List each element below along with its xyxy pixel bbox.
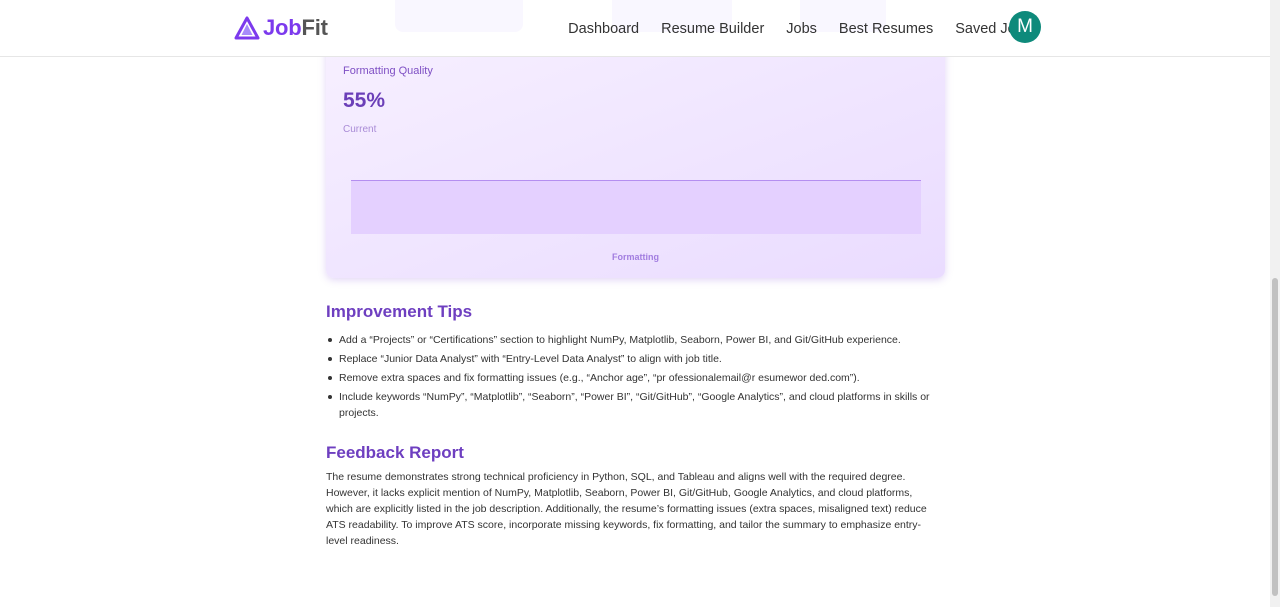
user-avatar[interactable]: M [1009, 11, 1041, 43]
brand-name: JobFit [263, 15, 328, 41]
nav-jobs[interactable]: Jobs [786, 20, 817, 38]
metric-value: 55% [343, 89, 386, 112]
improvement-tips-list: Add a “Projects” or “Certifications” sec… [326, 332, 948, 424]
area-fill [351, 180, 921, 234]
chart-x-label: Formatting [612, 252, 659, 262]
top-navbar: JobFit Dashboard Resume Builder Jobs Bes… [0, 0, 1270, 57]
brand-name-part2: Fit [301, 15, 328, 40]
brand-name-part1: Job [263, 15, 302, 40]
nav-resume-builder[interactable]: Resume Builder [661, 20, 764, 38]
metric-sub-label: Current [343, 124, 377, 135]
page-scrollbar[interactable] [1270, 0, 1280, 607]
nav-links: Dashboard Resume Builder Jobs Best Resum… [546, 20, 1031, 38]
feedback-report-title: Feedback Report [326, 443, 464, 462]
formatting-area-chart [351, 180, 921, 234]
brand-logo[interactable]: JobFit [234, 15, 328, 41]
feedback-report-text: The resume demonstrates strong technical… [326, 471, 927, 547]
tip-item: Replace “Junior Data Analyst” with “Entr… [326, 351, 948, 367]
tip-item: Remove extra spaces and fix formatting i… [326, 370, 948, 386]
tip-item: Include keywords “NumPy”, “Matplotlib”, … [326, 389, 948, 421]
triangle-logo-icon [234, 16, 260, 40]
metric-label: Formatting Quality [343, 65, 433, 77]
nav-dashboard[interactable]: Dashboard [568, 20, 639, 38]
improvement-tips-title: Improvement Tips [326, 302, 473, 321]
tip-item: Add a “Projects” or “Certifications” sec… [326, 332, 948, 348]
scrollbar-thumb[interactable] [1272, 278, 1278, 596]
scrolled-content-shadow [395, 0, 523, 32]
formatting-quality-card: Formatting Quality 55% Current Formattin… [326, 30, 945, 278]
nav-best-resumes[interactable]: Best Resumes [839, 20, 933, 38]
